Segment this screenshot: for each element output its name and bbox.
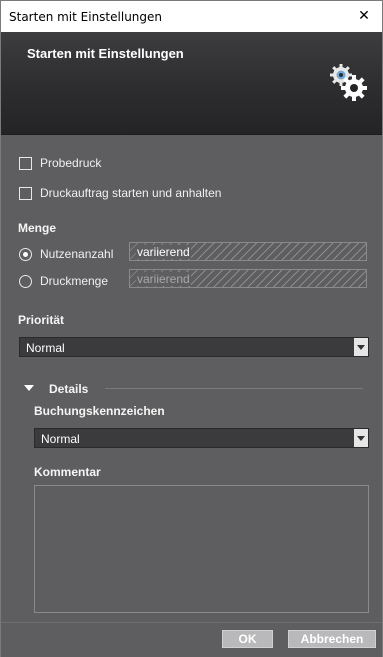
copies-value: variierend	[136, 245, 191, 259]
booking-code-value: Normal	[41, 432, 80, 446]
print-quantity-radio[interactable]	[19, 275, 32, 288]
cancel-button[interactable]: Abbrechen	[288, 630, 376, 648]
priority-select[interactable]: Normal	[19, 337, 369, 357]
start-and-hold-checkbox[interactable]	[19, 187, 32, 200]
start-and-hold-label: Druckauftrag starten und anhalten	[40, 186, 222, 200]
print-quantity-label: Druckmenge	[40, 274, 109, 288]
booking-code-select[interactable]: Normal	[34, 428, 369, 448]
dialog-content: Probedruck Druckauftrag starten und anha…	[1, 135, 382, 622]
quantity-heading: Menge	[18, 221, 57, 235]
test-print-checkbox[interactable]	[19, 157, 32, 170]
dialog-header: Starten mit Einstellungen	[1, 32, 382, 135]
booking-code-label: Buchungskennzeichen	[34, 404, 165, 418]
chevron-down-icon[interactable]	[354, 429, 368, 447]
test-print-label: Probedruck	[40, 156, 102, 170]
close-icon[interactable]: ✕	[346, 1, 382, 32]
chevron-down-icon[interactable]	[354, 338, 368, 356]
details-divider	[105, 388, 363, 389]
title-bar: Starten mit Einstellungen ✕	[1, 1, 382, 32]
comment-textarea[interactable]	[34, 485, 369, 613]
header-title: Starten mit Einstellungen	[27, 46, 184, 61]
window-title: Starten mit Einstellungen	[9, 10, 163, 24]
priority-heading: Priorität	[18, 313, 65, 327]
ok-button[interactable]: OK	[222, 630, 273, 648]
dialog-footer: OK Abbrechen	[1, 622, 382, 657]
copies-field[interactable]: variierend	[129, 242, 367, 261]
details-heading[interactable]: Details	[49, 382, 88, 396]
dialog-window: Starten mit Einstellungen ✕ Starten mit …	[0, 0, 383, 657]
gears-icon	[330, 64, 367, 101]
copies-radio[interactable]	[19, 248, 32, 261]
priority-value: Normal	[26, 341, 65, 355]
print-quantity-value: variierend	[136, 272, 191, 286]
copies-label: Nutzenanzahl	[40, 247, 114, 261]
collapse-triangle-icon[interactable]	[24, 385, 34, 391]
comment-label: Kommentar	[34, 465, 101, 479]
print-quantity-field: variierend	[129, 269, 367, 288]
